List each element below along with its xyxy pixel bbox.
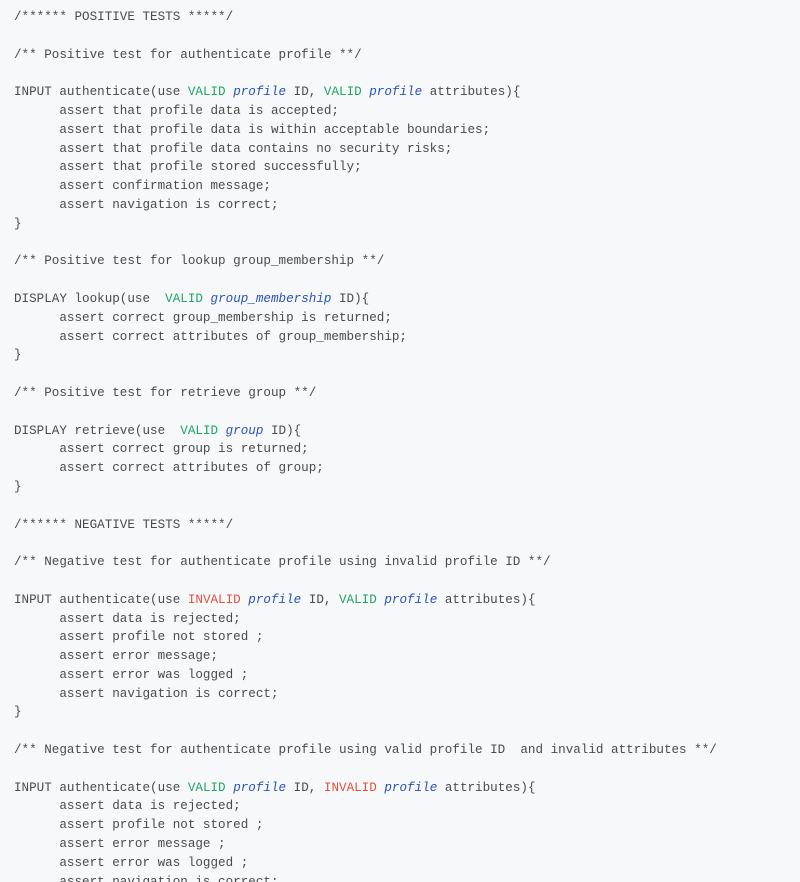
code-line: /** Positive test for lookup group_membe… — [14, 254, 384, 268]
text-token: assert navigation is correct; — [14, 198, 279, 212]
text-token: assert error was logged ; — [14, 668, 248, 682]
text-token: ID){ — [331, 292, 369, 306]
entity-token: profile — [233, 781, 286, 795]
code-line: assert that profile stored successfully; — [14, 160, 362, 174]
valid-token: VALID — [188, 781, 226, 795]
entity-token: group_membership — [211, 292, 332, 306]
entity-token: profile — [384, 781, 437, 795]
code-line: assert that profile data is within accep… — [14, 123, 490, 137]
code-line: assert profile not stored ; — [14, 818, 263, 832]
text-token: DISPLAY retrieve(use — [14, 424, 180, 438]
code-line: assert correct attributes of group; — [14, 461, 324, 475]
text-token: ID, — [301, 593, 339, 607]
code-line: assert correct group is returned; — [14, 442, 309, 456]
code-line: assert error message ; — [14, 837, 226, 851]
text-token: attributes){ — [437, 781, 535, 795]
valid-token: VALID — [339, 593, 377, 607]
text-token: assert that profile data is within accep… — [14, 123, 490, 137]
text-token: assert that profile stored successfully; — [14, 160, 362, 174]
text-token — [203, 292, 211, 306]
text-token: ID){ — [263, 424, 301, 438]
text-token — [218, 424, 226, 438]
code-line: assert error was logged ; — [14, 668, 248, 682]
code-line: INPUT authenticate(use INVALID profile I… — [14, 593, 536, 607]
code-line: assert navigation is correct; — [14, 687, 279, 701]
code-line: assert confirmation message; — [14, 179, 271, 193]
code-line: DISPLAY retrieve(use VALID group ID){ — [14, 424, 301, 438]
valid-token: VALID — [188, 85, 226, 99]
text-token: assert data is rejected; — [14, 612, 241, 626]
text-token: assert that profile data contains no sec… — [14, 142, 452, 156]
text-token: /** Positive test for authenticate profi… — [14, 48, 362, 62]
text-token: } — [14, 480, 22, 494]
text-token: /** Negative test for authenticate profi… — [14, 555, 551, 569]
text-token: assert profile not stored ; — [14, 818, 263, 832]
text-token: /** Negative test for authenticate profi… — [14, 743, 717, 757]
code-line: assert navigation is correct; — [14, 875, 279, 882]
code-line: INPUT authenticate(use VALID profile ID,… — [14, 85, 520, 99]
text-token: assert error message ; — [14, 837, 226, 851]
text-token: assert navigation is correct; — [14, 687, 279, 701]
code-line: assert that profile data contains no sec… — [14, 142, 452, 156]
text-token: assert correct attributes of group; — [14, 461, 324, 475]
code-line: assert error message; — [14, 649, 218, 663]
text-token: /****** NEGATIVE TESTS *****/ — [14, 518, 233, 532]
text-token: /** Positive test for lookup group_membe… — [14, 254, 384, 268]
text-token: assert error was logged ; — [14, 856, 248, 870]
text-token: attributes){ — [422, 85, 520, 99]
code-line: } — [14, 705, 22, 719]
text-token: assert confirmation message; — [14, 179, 271, 193]
text-token: assert correct attributes of group_membe… — [14, 330, 407, 344]
valid-token: VALID — [165, 292, 203, 306]
code-line: /****** NEGATIVE TESTS *****/ — [14, 518, 233, 532]
code-line: assert navigation is correct; — [14, 198, 279, 212]
code-line: assert correct group_membership is retur… — [14, 311, 392, 325]
invalid-token: INVALID — [188, 593, 241, 607]
code-line: assert correct attributes of group_membe… — [14, 330, 407, 344]
code-block: /****** POSITIVE TESTS *****/ /** Positi… — [0, 0, 800, 882]
code-line: /** Positive test for authenticate profi… — [14, 48, 362, 62]
code-line: } — [14, 480, 22, 494]
text-token: INPUT authenticate(use — [14, 85, 188, 99]
code-line: assert data is rejected; — [14, 612, 241, 626]
invalid-token: INVALID — [324, 781, 377, 795]
valid-token: VALID — [180, 424, 218, 438]
text-token: INPUT authenticate(use — [14, 781, 188, 795]
entity-token: profile — [369, 85, 422, 99]
entity-token: group — [226, 424, 264, 438]
code-line: } — [14, 348, 22, 362]
text-token: assert that profile data is accepted; — [14, 104, 339, 118]
text-token: assert correct group is returned; — [14, 442, 309, 456]
entity-token: profile — [233, 85, 286, 99]
text-token: assert profile not stored ; — [14, 630, 263, 644]
text-token: /** Positive test for retrieve group **/ — [14, 386, 316, 400]
text-token: assert navigation is correct; — [14, 875, 279, 882]
code-line: /** Negative test for authenticate profi… — [14, 743, 717, 757]
entity-token: profile — [384, 593, 437, 607]
code-line: assert error was logged ; — [14, 856, 248, 870]
code-line: } — [14, 217, 22, 231]
text-token: assert error message; — [14, 649, 218, 663]
text-token: } — [14, 705, 22, 719]
text-token: assert correct group_membership is retur… — [14, 311, 392, 325]
code-line: assert data is rejected; — [14, 799, 241, 813]
text-token: ID, — [286, 85, 324, 99]
text-token: } — [14, 348, 22, 362]
valid-token: VALID — [324, 85, 362, 99]
text-token: attributes){ — [437, 593, 535, 607]
code-line: INPUT authenticate(use VALID profile ID,… — [14, 781, 536, 795]
text-token: DISPLAY lookup(use — [14, 292, 165, 306]
code-line: assert profile not stored ; — [14, 630, 263, 644]
text-token: /****** POSITIVE TESTS *****/ — [14, 10, 233, 24]
text-token: assert data is rejected; — [14, 799, 241, 813]
text-token: INPUT authenticate(use — [14, 593, 188, 607]
code-line: assert that profile data is accepted; — [14, 104, 339, 118]
text-token: } — [14, 217, 22, 231]
entity-token: profile — [248, 593, 301, 607]
text-token: ID, — [286, 781, 324, 795]
code-line: DISPLAY lookup(use VALID group_membershi… — [14, 292, 369, 306]
code-line: /** Positive test for retrieve group **/ — [14, 386, 316, 400]
code-line: /****** POSITIVE TESTS *****/ — [14, 10, 233, 24]
code-line: /** Negative test for authenticate profi… — [14, 555, 551, 569]
